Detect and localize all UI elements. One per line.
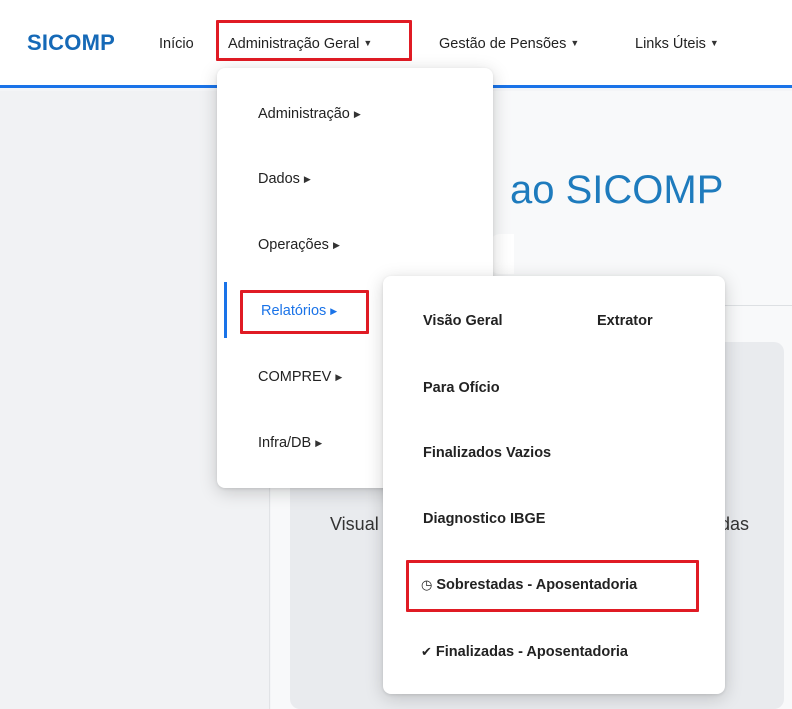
menu-item-label: COMPREV <box>258 369 332 385</box>
check-icon: ✔ <box>421 644 432 659</box>
nav-inicio-label: Início <box>159 36 194 52</box>
submenu-item-label: Finalizadas - Aposentadoria <box>435 644 628 660</box>
caret-right-icon: ▶ <box>303 174 311 184</box>
menu-item-comprev[interactable]: COMPREV ▶ <box>258 369 342 385</box>
nav-gestao-pensoes[interactable]: Gestão de Pensões ▼ <box>439 36 579 52</box>
menu-item-label: Administração <box>258 106 350 122</box>
menu-item-dados[interactable]: Dados ▶ <box>258 171 311 187</box>
submenu-item-label: Sobrestadas - Aposentadoria <box>436 577 638 593</box>
caret-right-icon: ▶ <box>315 438 323 448</box>
submenu-item-finalizados-vazios[interactable]: Finalizados Vazios <box>423 445 551 461</box>
menu-item-label: Relatórios <box>261 303 327 319</box>
decorative-pill <box>490 234 514 274</box>
menu-item-infra-db[interactable]: Infra/DB ▶ <box>258 435 322 451</box>
nav-inicio[interactable]: Início <box>159 36 194 52</box>
submenu-item-diagnostico-ibge[interactable]: Diagnostico IBGE <box>423 511 545 527</box>
welcome-heading-text: ao SICOMP <box>510 168 724 212</box>
caret-right-icon: ▶ <box>332 240 340 250</box>
submenu-item-sobrestadas-aposentadoria[interactable]: ◷ Sobrestadas - Aposentadoria <box>421 577 637 593</box>
caret-down-icon: ▼ <box>363 38 373 48</box>
submenu-item-extrator[interactable]: Extrator <box>597 313 653 329</box>
clock-icon: ◷ <box>421 577 433 592</box>
caret-down-icon: ▼ <box>570 38 580 48</box>
menu-item-label: Dados <box>258 171 300 187</box>
caret-right-icon: ▶ <box>335 372 343 382</box>
nav-links-uteis-label: Links Úteis <box>635 36 706 52</box>
menu-item-relatorios[interactable]: Relatórios ▶ <box>261 303 337 319</box>
menu-item-operacoes[interactable]: Operações ▶ <box>258 237 340 253</box>
submenu-item-visao-geral[interactable]: Visão Geral <box>423 313 503 329</box>
reports-submenu <box>383 276 725 694</box>
menu-item-label: Operações <box>258 237 329 253</box>
active-indicator <box>224 282 227 338</box>
nav-administracao-geral-label: Administração Geral <box>228 36 360 52</box>
nav-gestao-pensoes-label: Gestão de Pensões <box>439 36 567 52</box>
caret-down-icon: ▼ <box>709 38 719 48</box>
caret-right-icon: ▶ <box>330 306 338 316</box>
divider <box>720 305 792 306</box>
menu-item-label: Infra/DB <box>258 435 312 451</box>
brand-logo[interactable]: SICOMP <box>27 30 115 56</box>
nav-links-uteis[interactable]: Links Úteis ▼ <box>635 36 719 52</box>
submenu-item-para-oficio[interactable]: Para Ofício <box>423 380 500 396</box>
caret-right-icon: ▶ <box>353 109 361 119</box>
nav-administracao-geral[interactable]: Administração Geral ▼ <box>228 36 372 52</box>
card-text-left: Visual <box>330 514 379 534</box>
menu-item-administracao[interactable]: Administração ▶ <box>258 106 361 122</box>
submenu-item-finalizadas-aposentadoria[interactable]: ✔ Finalizadas - Aposentadoria <box>421 644 628 660</box>
